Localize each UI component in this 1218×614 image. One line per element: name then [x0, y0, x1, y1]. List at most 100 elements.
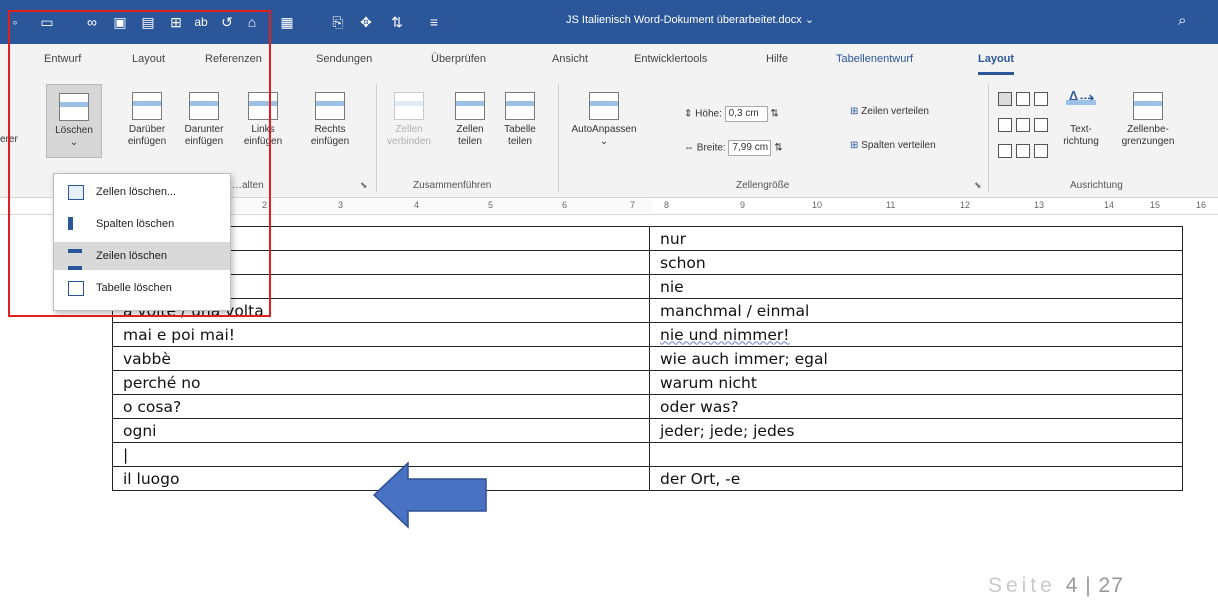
align-top-right-icon[interactable] — [1034, 92, 1048, 106]
ruler-mark: 13 — [1034, 200, 1045, 210]
table-cell[interactable]: o cosa? — [112, 394, 650, 419]
cell-margins-button[interactable]: Zellenbe-grenzungen — [1116, 92, 1180, 148]
table-cell[interactable]: nie — [649, 274, 1183, 299]
alignment-group-label: Ausrichtung — [1070, 180, 1123, 191]
insert-icon[interactable]: ▦ — [276, 12, 298, 32]
cell-margins-icon — [1133, 92, 1163, 120]
distribute-columns-icon: ⊞ — [850, 140, 859, 151]
distribute-rows-icon: ⊞ — [850, 106, 859, 117]
column-width-input[interactable]: 7,99 cm — [728, 140, 772, 156]
autofit-button[interactable]: AutoAnpassen ⌄ — [566, 92, 642, 148]
document-table: nur schon nie a volte / una voltamanchma… — [112, 226, 1183, 491]
table-cell[interactable] — [649, 442, 1183, 467]
tab-ueberpruefen[interactable]: Überprüfen — [431, 53, 486, 65]
search-icon[interactable]: ⌕ — [1178, 12, 1198, 32]
table-cell[interactable]: wie auch immer; egal — [649, 346, 1183, 371]
page-count: 4 | 27 — [1065, 574, 1124, 597]
align-bottom-center-icon[interactable] — [1016, 144, 1030, 158]
tab-table-layout[interactable]: Layout — [978, 53, 1014, 65]
group-separator — [988, 84, 989, 192]
group-separator — [558, 84, 559, 192]
ruler-mark: 9 — [740, 200, 746, 210]
ruler-mark: 11 — [886, 200, 896, 210]
ruler-mark: 7 — [630, 200, 636, 210]
merge-cells-button[interactable]: Zellen verbinden — [384, 92, 434, 148]
ruler-mark: 16 — [1196, 200, 1207, 210]
table-cell[interactable]: warum nicht — [649, 370, 1183, 395]
table-cell[interactable]: manchmal / einmal — [649, 298, 1183, 323]
split-table-icon — [505, 92, 535, 120]
align-bottom-left-icon[interactable] — [998, 144, 1012, 158]
spellcheck-text: nie und nimmer! — [660, 325, 790, 344]
table-cell[interactable]: nur — [649, 226, 1183, 251]
table-cell[interactable]: perché no — [112, 370, 650, 395]
row-height-field[interactable]: ⇕ Höhe: 0,3 cm ⇅ — [684, 106, 779, 122]
read-mode-icon[interactable]: ⎘ — [327, 12, 349, 32]
table-cell[interactable]: der Ort, -e — [649, 466, 1183, 491]
merge-cells-icon — [394, 92, 424, 120]
align-center-left-icon[interactable] — [998, 118, 1012, 132]
tab-sendungen[interactable]: Sendungen — [316, 53, 372, 65]
table-cell[interactable]: jeder; jede; jedes — [649, 418, 1183, 443]
customize-icon[interactable]: ≡ — [423, 12, 445, 32]
split-table-label1: Tabelle — [504, 124, 536, 135]
page-number: Seite 4 | 27 — [988, 574, 1124, 598]
row-height-label: Höhe: — [695, 108, 722, 120]
cell-margins-label1: Zellenbe- — [1127, 124, 1169, 135]
split-cells-button[interactable]: Zellen teilen — [448, 92, 492, 148]
ruler-mark: 4 — [414, 200, 420, 210]
autofit-icon — [589, 92, 619, 120]
active-tab-indicator — [978, 72, 1014, 75]
annotation-highlight-box — [8, 10, 271, 317]
tab-hilfe[interactable]: Hilfe — [766, 53, 788, 65]
sort-icon[interactable]: ⇅ — [386, 12, 408, 32]
align-top-center-icon[interactable] — [1016, 92, 1030, 106]
row-height-input[interactable]: 0,3 cm — [724, 106, 768, 122]
distribute-columns-label: Spalten verteilen — [861, 140, 936, 151]
table-row: perché no warum nicht — [112, 370, 1183, 395]
ruler-mark: 12 — [960, 200, 971, 210]
text-direction-icon: A⇢ — [1066, 89, 1096, 120]
insert-right-button[interactable]: Rechts einfügen — [302, 92, 358, 148]
column-width-label: Breite: — [696, 142, 726, 154]
group-launcher-icon[interactable]: ⬊ — [974, 180, 982, 191]
cellsize-group-label: Zellengröße — [736, 180, 790, 191]
split-cells-label1: Zellen — [456, 124, 484, 135]
tab-ansicht[interactable]: Ansicht — [552, 53, 588, 65]
ruler-mark: 3 — [338, 200, 344, 210]
distribute-columns-button[interactable]: ⊞ Spalten verteilen — [850, 140, 936, 151]
table-cell[interactable]: schon — [649, 250, 1183, 275]
spinner-icon[interactable]: ⇅ — [770, 109, 778, 120]
split-table-button[interactable]: Tabelle teilen — [498, 92, 542, 148]
table-cell[interactable]: ogni — [112, 418, 650, 443]
group-launcher-icon[interactable]: ⬊ — [360, 180, 368, 191]
insert-right-label2: einfügen — [310, 136, 350, 147]
group-separator — [376, 84, 377, 192]
split-cells-label2: teilen — [458, 136, 482, 147]
table-cell[interactable]: mai e poi mai! — [112, 322, 650, 347]
ruler-mark: 10 — [812, 200, 823, 210]
spinner-icon[interactable]: ⇅ — [774, 143, 782, 154]
row-height-icon: ⇕ — [684, 108, 693, 120]
ruler-mark: 6 — [562, 200, 568, 210]
align-center-right-icon[interactable] — [1034, 118, 1048, 132]
tab-entwicklertools[interactable]: Entwicklertools — [634, 53, 707, 65]
column-width-field[interactable]: ⇔ Breite: 7,99 cm ⇅ — [684, 140, 783, 156]
align-bottom-right-icon[interactable] — [1034, 144, 1048, 158]
tab-tabellenentwurf[interactable]: Tabellenentwurf — [836, 53, 913, 65]
text-direction-button[interactable]: A⇢ Text-richtung — [1052, 89, 1110, 148]
table-row-empty: | — [112, 442, 1183, 467]
distribute-rows-button[interactable]: ⊞ Zeilen verteilen — [850, 106, 929, 117]
table-cell[interactable]: oder was? — [649, 394, 1183, 419]
table-cell[interactable]: nie und nimmer! — [649, 322, 1183, 347]
text-direction-label1: Text- — [1070, 124, 1092, 135]
move-icon[interactable]: ✥ — [355, 12, 377, 32]
cell-margins-label2: grenzungen — [1121, 136, 1175, 147]
align-center-icon[interactable] — [1016, 118, 1030, 132]
chevron-down-icon: ⌄ — [599, 136, 609, 147]
table-row: vabbè wie auch immer; egal — [112, 346, 1183, 371]
merge-cells-label2: verbinden — [387, 136, 431, 147]
table-row: o cosa? oder was? — [112, 394, 1183, 419]
align-top-left-icon[interactable] — [998, 92, 1012, 106]
table-cell[interactable]: vabbè — [112, 346, 650, 371]
